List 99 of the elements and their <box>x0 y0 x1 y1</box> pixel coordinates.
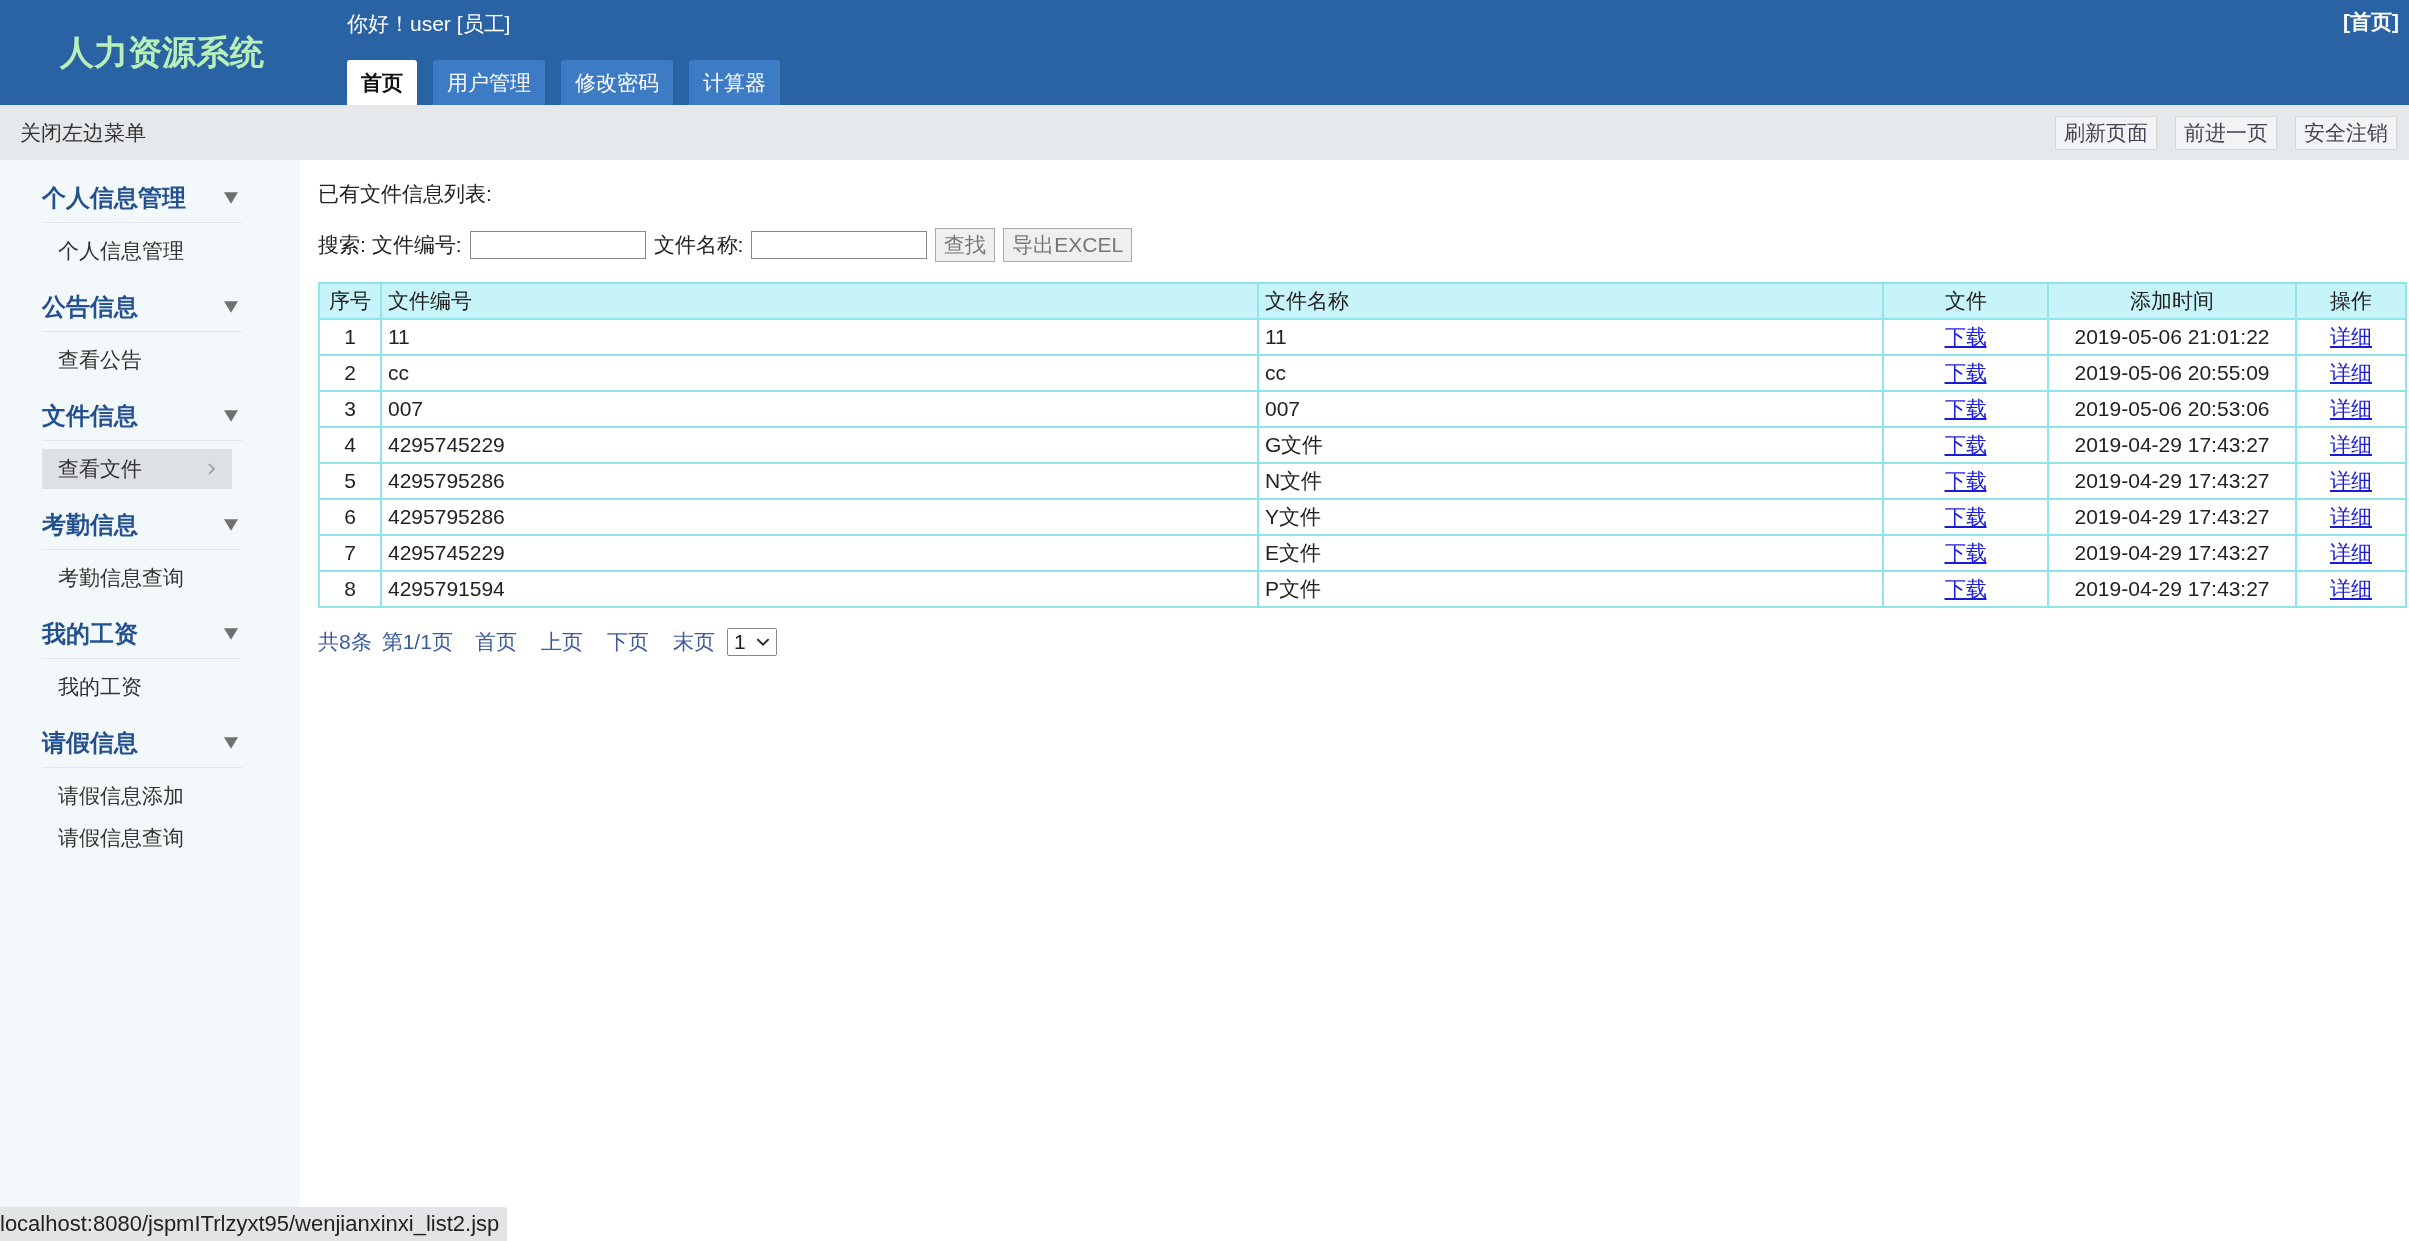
home-link[interactable]: [首页] <box>2343 0 2409 105</box>
download-link[interactable]: 下载 <box>1944 469 1987 492</box>
menu-group-title: 考勤信息 <box>42 510 138 540</box>
table-cell: 4295791594 <box>388 577 505 600</box>
table-cell: 4295795286 <box>388 505 505 528</box>
list-heading: 已有文件信息列表: <box>318 181 493 207</box>
toggle-menu-link[interactable]: 关闭左边菜单 <box>20 118 146 147</box>
sidebar-item[interactable]: 个人信息管理 <box>42 231 232 271</box>
table-cell: 007 <box>388 397 424 420</box>
dropdown-triangle-icon <box>224 519 238 531</box>
column-header: 文件名称 <box>1258 283 1883 319</box>
sidebar-item[interactable]: 查看文件 <box>42 449 232 489</box>
dropdown-triangle-icon <box>224 301 238 313</box>
toolbar-button[interactable]: 安全注销 <box>2295 115 2397 150</box>
table-cell: 2019-05-06 20:53:06 <box>2074 397 2270 420</box>
nav-tab[interactable]: 计算器 <box>689 60 780 105</box>
download-link[interactable]: 下载 <box>1944 577 1987 600</box>
table-cell: P文件 <box>1265 577 1321 600</box>
search-button[interactable]: 导出EXCEL <box>1003 228 1133 262</box>
file-number-field[interactable] <box>469 231 646 259</box>
toolbar-button[interactable]: 前进一页 <box>2175 115 2277 150</box>
pagination-link[interactable]: 下页 <box>606 628 649 656</box>
menu-group-header[interactable]: 考勤信息 <box>42 499 242 550</box>
search-label: 搜索: 文件编号: <box>318 232 462 258</box>
column-header: 文件 <box>1883 283 2048 319</box>
menu-group-title: 我的工资 <box>42 619 138 649</box>
nav-tab[interactable]: 修改密码 <box>561 60 673 105</box>
page-select[interactable]: 1 <box>726 628 777 656</box>
pagination-link[interactable]: 首页 <box>474 628 517 656</box>
menu-group-header[interactable]: 公告信息 <box>42 281 242 332</box>
pagination-link[interactable]: 上页 <box>540 628 583 656</box>
chevron-down-icon <box>755 637 770 647</box>
table-cell: 2019-05-06 20:55:09 <box>2074 361 2270 384</box>
table-cell: 2019-04-29 17:43:27 <box>2074 469 2270 492</box>
greeting-text: 你好！user [员工] <box>347 11 512 37</box>
table-cell: 4295745229 <box>388 433 505 456</box>
sidebar-item[interactable]: 考勤信息查询 <box>42 558 232 598</box>
table-cell: 4295795286 <box>388 469 505 492</box>
menu-group-title: 文件信息 <box>42 401 138 431</box>
column-header: 操作 <box>2296 283 2406 319</box>
chevron-icon <box>208 463 216 475</box>
app-logo: 人力资源系统 <box>59 31 265 73</box>
download-link[interactable]: 下载 <box>1944 325 1987 348</box>
nav-tab[interactable]: 用户管理 <box>433 60 545 105</box>
menu-group-header[interactable]: 我的工资 <box>42 608 242 659</box>
table-cell: 2019-04-29 17:43:27 <box>2074 505 2270 528</box>
column-header: 序号 <box>319 283 381 319</box>
nav-tab[interactable]: 首页 <box>347 60 417 105</box>
sidebar-item[interactable]: 请假信息查询 <box>42 818 232 858</box>
column-header: 文件编号 <box>381 283 1258 319</box>
total-count: 共8条 <box>318 629 372 655</box>
table-cell: 2019-05-06 21:01:22 <box>2074 325 2270 348</box>
dropdown-triangle-icon <box>224 410 238 422</box>
toolbar-button[interactable]: 刷新页面 <box>2055 115 2157 150</box>
menu-group-title: 个人信息管理 <box>42 183 186 213</box>
menu-group-header[interactable]: 文件信息 <box>42 390 242 441</box>
table-cell: 007 <box>1265 397 1301 420</box>
dropdown-triangle-icon <box>224 628 238 640</box>
menu-group-title: 请假信息 <box>42 728 138 758</box>
table-cell: N文件 <box>1265 469 1323 492</box>
table-cell: 7 <box>344 541 356 564</box>
download-link[interactable]: 下载 <box>1944 433 1987 456</box>
table-cell: Y文件 <box>1265 505 1321 528</box>
file-name-field[interactable] <box>751 231 928 259</box>
dropdown-triangle-icon <box>224 192 238 204</box>
table-cell: G文件 <box>1265 433 1324 456</box>
table-cell: 2019-04-29 17:43:27 <box>2074 577 2270 600</box>
table-cell: 2019-04-29 17:43:27 <box>2074 541 2270 564</box>
table-cell: 4295745229 <box>388 541 505 564</box>
sidebar-item[interactable]: 请假信息添加 <box>42 776 232 816</box>
download-link[interactable]: 下载 <box>1944 361 1987 384</box>
menu-group-header[interactable]: 个人信息管理 <box>42 172 242 223</box>
sidebar-item[interactable]: 我的工资 <box>42 667 232 707</box>
download-link[interactable]: 下载 <box>1944 397 1987 420</box>
page-indicator: 第1/1页 <box>381 629 453 655</box>
status-url: localhost:8080/jspmITrlzyxt95/wenjianxinxi_list2.jsp <box>0 1207 508 1241</box>
column-header: 添加时间 <box>2048 283 2296 319</box>
search-button[interactable]: 查找 <box>935 228 996 262</box>
table-cell: 11 <box>1265 325 1287 348</box>
download-link[interactable]: 下载 <box>1944 541 1987 564</box>
table-cell: 2 <box>344 361 356 384</box>
table-cell: 8 <box>344 577 356 600</box>
table-cell: cc <box>388 361 409 384</box>
table-cell: 1 <box>344 325 356 348</box>
download-link[interactable]: 下载 <box>1944 505 1987 528</box>
table-cell: cc <box>1265 361 1286 384</box>
table-cell: 6 <box>344 505 356 528</box>
menu-group-title: 公告信息 <box>42 292 138 322</box>
table-cell: 4 <box>344 433 356 456</box>
search-label: 文件名称: <box>653 232 744 258</box>
pagination-link[interactable]: 末页 <box>672 628 715 656</box>
table-cell: 5 <box>344 469 356 492</box>
table-cell: 2019-04-29 17:43:27 <box>2074 433 2270 456</box>
dropdown-triangle-icon <box>224 737 238 749</box>
table-cell: E文件 <box>1265 541 1321 564</box>
table-cell: 3 <box>344 397 356 420</box>
sidebar-item[interactable]: 查看公告 <box>42 340 232 380</box>
menu-group-header[interactable]: 请假信息 <box>42 717 242 768</box>
table-cell: 11 <box>388 325 410 348</box>
